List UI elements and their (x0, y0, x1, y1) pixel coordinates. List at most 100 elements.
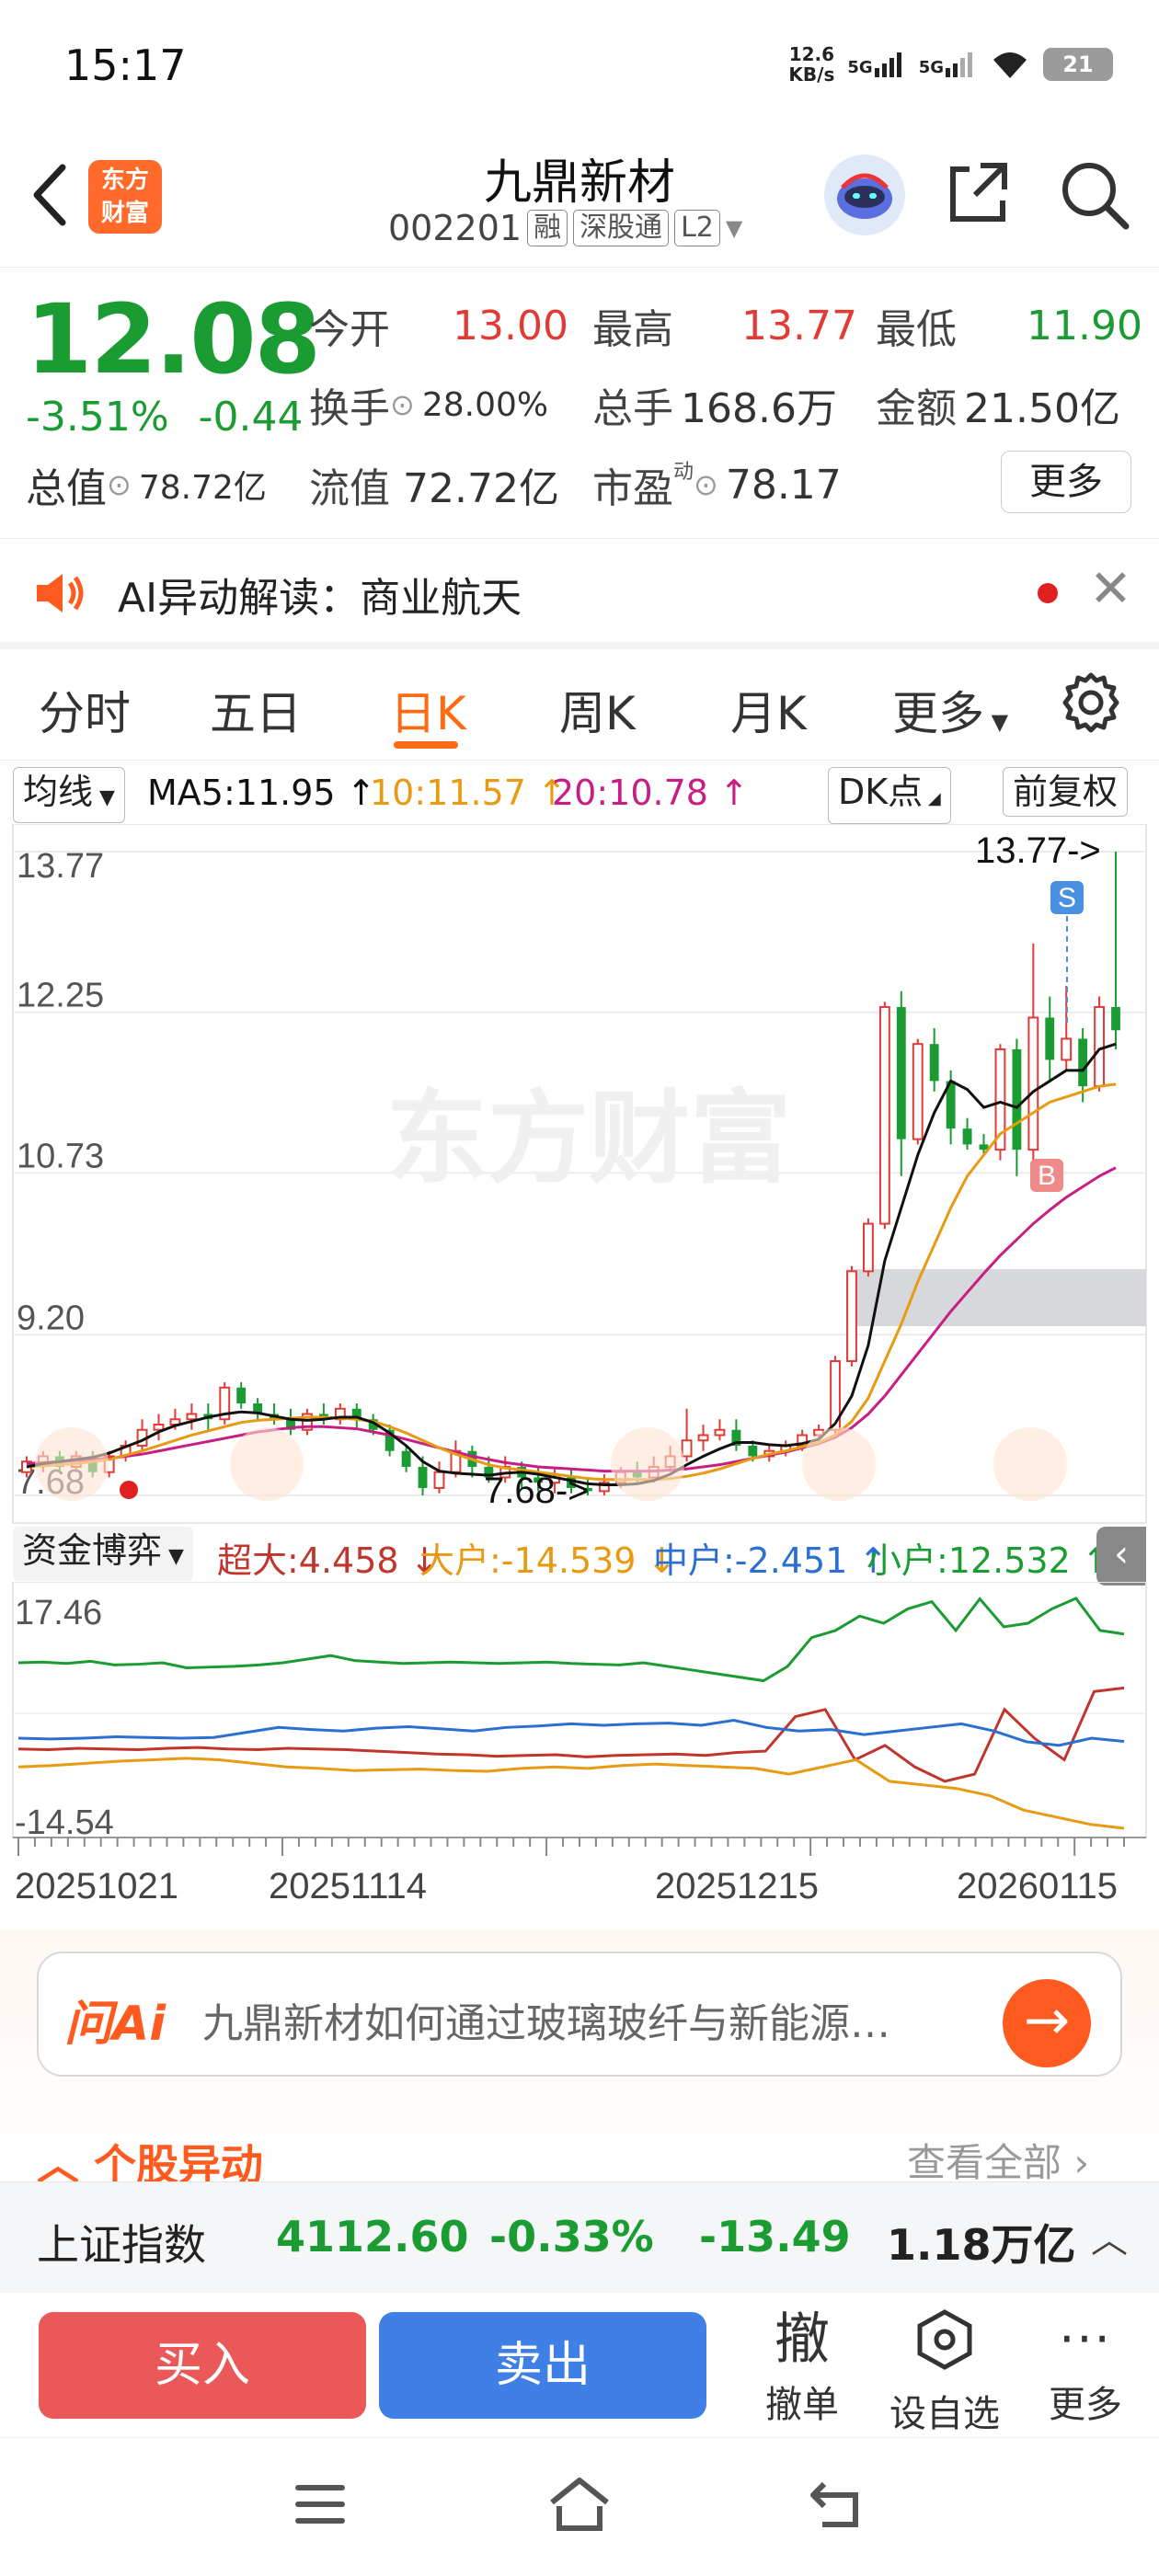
back-nav-icon[interactable] (806, 2477, 865, 2532)
margin-tag: 融 (527, 210, 568, 246)
float-cap-field: 流值 72.72亿 (309, 465, 559, 512)
sell-button[interactable]: 卖出 (379, 2312, 706, 2419)
stock-code-line[interactable]: 002201 融 深股通 L2 ▼ (388, 208, 742, 248)
ask-ai-logo: 问Ai (64, 1997, 166, 2052)
add-watchlist-button[interactable]: 设自选 (885, 2305, 1004, 2437)
index-ticker[interactable]: 上证指数 4112.60 -0.33% -13.49 1.18万亿 ︿ (0, 2181, 1159, 2293)
ai-insight-text[interactable]: AI异动解读：商业航天 (118, 565, 522, 624)
ask-ai-box[interactable]: 问Ai 九鼎新材如何通过玻璃玻纤与新能源… → (37, 1952, 1122, 2077)
fund-flow-selector[interactable]: 资金博弈 ▼ (13, 1527, 193, 1581)
candle-body (1027, 1016, 1039, 1151)
ask-ai-prompt[interactable]: 九鼎新材如何通过玻璃玻纤与新能源… (202, 1990, 890, 2049)
search-icon[interactable] (1058, 158, 1131, 235)
tab-weekly-k[interactable]: 周K (559, 677, 636, 743)
cancel-order-button[interactable]: 撤 撤单 (760, 2305, 844, 2428)
status-icons: 12.6 KB/s 5G 5G 21 (788, 44, 1113, 85)
info-icon[interactable]: ⊙ (107, 467, 132, 502)
y-tick-label: 9.20 (17, 1299, 85, 1337)
collapse-panel-icon[interactable]: ‹ (1096, 1527, 1146, 1586)
high-field: 最高 13.77 (592, 302, 857, 354)
candle-body (962, 1128, 972, 1145)
clock: 15:17 (64, 40, 187, 90)
candle-body (1094, 1005, 1106, 1088)
kline-chart[interactable]: 东方财富 13.7712.2510.739.207.68 13.77-> 7.6… (0, 824, 1159, 1527)
high-marker: 13.77-> (975, 830, 1101, 871)
y-tick-label: 10.73 (17, 1137, 104, 1175)
chart-period-tabs: 分时 五日 日K 周K 月K 更多 ▼ (0, 649, 1159, 761)
more-quote-button[interactable]: 更多 (1001, 451, 1131, 513)
info-icon[interactable]: ⊙ (694, 467, 718, 502)
corner-arrow-icon: ◢ (923, 789, 941, 808)
share-icon[interactable] (944, 158, 1014, 232)
last-price: 12.08 (26, 283, 321, 395)
x-tick-label: 20260115 (957, 1866, 1118, 1906)
menu-icon[interactable] (293, 2479, 348, 2530)
battery-icon: 21 (1043, 48, 1113, 81)
ai-insight-bar[interactable]: AI异动解读：商业航天 ✕ (0, 543, 1159, 649)
overlay-circle (230, 1427, 304, 1501)
tab-intraday[interactable]: 分时 (39, 677, 131, 743)
chevron-up-icon[interactable]: ︿ (1091, 2210, 1128, 2263)
chevron-down-icon: ▼ (984, 709, 1009, 735)
index-amount: 1.18万亿 (887, 2220, 1076, 2270)
y-tick-label: 12.25 (17, 977, 104, 1015)
event-dot[interactable] (120, 1481, 138, 1499)
overlay-circle (802, 1427, 876, 1501)
candle-body (697, 1434, 709, 1442)
close-icon[interactable]: ✕ (1089, 559, 1132, 619)
system-nav-bar (0, 2437, 1159, 2576)
x-tick-label: 20251114 (269, 1866, 427, 1906)
y-axis-labels: 13.7712.2510.739.207.68 (17, 847, 104, 1502)
price-change: -3.51% -0.44 (26, 394, 304, 441)
tab-more[interactable]: 更多 ▼ (892, 677, 1008, 743)
view-all-link[interactable]: 查看全部 › (907, 2132, 1089, 2188)
small-legend: 小户:12.532 ↑ (866, 1540, 1111, 1581)
open-field: 今开 13.00 (309, 302, 568, 354)
status-bar: 15:17 12.6 KB/s 5G 5G 21 (0, 0, 1159, 138)
candle-body (153, 1423, 165, 1431)
candle-body (433, 1471, 445, 1489)
gear-icon[interactable] (1060, 671, 1122, 738)
ma5-value: MA5:11.95 ↑ (147, 773, 376, 813)
volume-field: 总手 168.6万 (592, 385, 837, 432)
candle-body (1045, 1017, 1055, 1060)
candle-body (236, 1387, 247, 1403)
watermark: 东方财富 (386, 1082, 791, 1196)
x-tick-label: 20251021 (15, 1866, 178, 1906)
wifi-icon (993, 52, 1027, 78)
fund-flow-chart[interactable]: 17.46 -14.54 20251021 20251114 20251215 2026… (0, 1582, 1159, 1922)
home-icon[interactable] (546, 2475, 613, 2534)
ma-header: 均线 ▼ MA5:11.95 ↑ 10:11.57 ↑ 20:10.78 ↑ D… (0, 763, 1159, 824)
stock-code: 002201 (388, 208, 522, 248)
trade-action-bar: 买入 卖出 撤 撤单 设自选 ··· 更多 (0, 2294, 1159, 2435)
series-line (17, 1597, 1125, 1683)
fund-flow-y-labels: 17.46 -14.54 (15, 1594, 114, 1842)
stock-header: 东方 财富 九鼎新材 002201 融 深股通 L2 ▼ (0, 138, 1159, 268)
index-value: 4112.60 (276, 2212, 469, 2261)
indicator-selector[interactable]: 均线 ▼ (13, 767, 125, 823)
tab-monthly-k[interactable]: 月K (730, 677, 807, 743)
active-tab-indicator (394, 741, 458, 749)
tab-five-day[interactable]: 五日 (210, 677, 302, 743)
candle-body (912, 1043, 924, 1140)
candle-body (862, 1222, 874, 1273)
candle-body (1061, 1037, 1073, 1061)
candle-body (186, 1413, 198, 1421)
buy-button[interactable]: 买入 (39, 2312, 366, 2419)
low-field: 最低 11.90 (876, 302, 1142, 354)
sell-signal-label: S (1058, 883, 1076, 913)
ma10-value: 10:11.57 ↑ (370, 773, 567, 813)
chevron-down-icon: ▼ (725, 215, 743, 241)
more-actions-button[interactable]: ··· 更多 (1039, 2305, 1131, 2428)
dk-point-toggle[interactable]: DK点 ◢ (828, 767, 951, 824)
chevron-down-icon: ▼ (93, 786, 115, 809)
arrow-right-icon[interactable]: → (1003, 1979, 1091, 2067)
candle-body (878, 1005, 890, 1225)
candle-body (418, 1466, 428, 1488)
tab-daily-k[interactable]: 日K (390, 677, 466, 743)
ai-robot-icon[interactable] (824, 155, 905, 235)
chevron-down-icon: ▼ (162, 1545, 184, 1568)
candle-body (714, 1428, 726, 1437)
info-icon[interactable]: ⊙ (390, 387, 415, 422)
adjustment-toggle[interactable]: 前复权 (1003, 767, 1129, 817)
